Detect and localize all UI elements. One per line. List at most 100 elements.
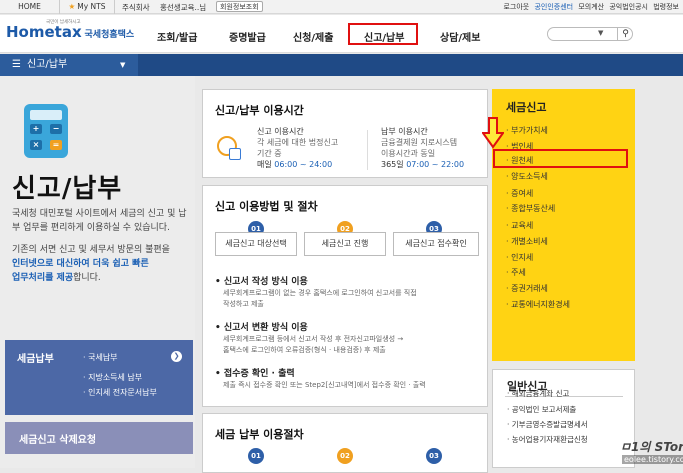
divider (367, 130, 368, 170)
delete-request-box[interactable]: 세금신고 삭제요청 (5, 422, 193, 454)
tax-report-panel: 세금신고 · 부가가치세 · 법인세 · 원천세 · 양도소득세 · 증여세 ·… (492, 89, 635, 361)
mynts-label: My NTS (77, 2, 106, 11)
nav-highlight-box (348, 23, 418, 45)
pay-step-number-2: 02 (337, 448, 353, 464)
receipt-title: • 접수증 확인 · 출력 (215, 369, 295, 379)
stamp-tax-label: 인지세 (511, 253, 534, 262)
report-days: 매일 (257, 160, 272, 169)
stamp-tax-link[interactable]: · 인지세 (506, 252, 533, 263)
calc-equals-key: = (50, 140, 62, 150)
public-corp-report-label: 공익법인 보고서제출 (511, 405, 577, 414)
tax-payment-box: 세금납부 · 국세납부 ❯ · 지방소득세 납부 · 인지세 전자문서납부 (5, 340, 193, 415)
payment-card: 세금 납부 이용절차 01 02 03 (202, 413, 488, 473)
calendar-icon (229, 148, 241, 160)
chevron-down-icon: ▼ (120, 61, 126, 69)
search-dropdown-icon[interactable]: ▼ (598, 29, 603, 37)
delete-request-title: 세금신고 삭제요청 (19, 435, 97, 446)
calculator-screen (30, 110, 62, 120)
education-tax-link[interactable]: · 교육세 (506, 220, 533, 231)
mynts-tab[interactable]: ★ My NTS (60, 0, 115, 14)
stamp-duty-label: 인지세 전자문서납부 (88, 388, 157, 397)
chevron-right-icon[interactable]: ❯ (171, 351, 182, 362)
withholding-highlight-box (493, 149, 628, 168)
method-convert-desc-2: 홈택스에 로그인하여 오류검증(형식 · 내용검증) 후 제출 (223, 346, 386, 354)
general-report-panel: 일반신고 · 해외금융계좌 신고 · 공익법인 보고서제출 · 기부금영수증발급… (492, 369, 635, 468)
payment-title: 세금 납부 이용절차 (215, 428, 304, 441)
search-box[interactable]: ▼ ⚲ (547, 27, 633, 41)
consumption-tax-label: 개별소비세 (511, 237, 548, 246)
overseas-account-label: 해외금융계좌 신고 (511, 389, 570, 398)
energy-tax-label: 교통에너지환경세 (511, 300, 570, 309)
pay-hours: 납부 이용시간 금융결제원 지로시스템 이용시간과 동일 365일 07:00 … (381, 126, 464, 170)
liquor-tax-label: 주세 (511, 268, 526, 277)
page-description-2: 기존의 서면 신고 및 세무서 방문의 불편을 인터넷으로 대신하여 더욱 쉽고… (12, 243, 190, 285)
section-menu-label: 신고/납부 (26, 59, 68, 70)
desc2-line-d: 합니다. (73, 273, 101, 283)
member-info-button[interactable]: 회원정보조회 (216, 1, 263, 12)
real-estate-tax-label: 종합부동산세 (511, 204, 556, 213)
step-select-target[interactable]: 세금신고 대상선택 (215, 232, 297, 256)
procedure-title: 신고 이용방법 및 절차 (215, 200, 318, 213)
tax-payment-title[interactable]: 세금납부 (17, 350, 54, 365)
watermark-text: ㅁ1의 STory (620, 440, 683, 454)
public-corp-report-link[interactable]: · 공익법인 보고서제출 (507, 404, 576, 415)
top-right-links: 로그아웃 공인인증센터 모의계산 공익법인공시 법령정보 (500, 2, 679, 12)
calculator-icon: + − × = (24, 104, 68, 158)
donation-receipt-label: 기부금영수증발급명세서 (511, 420, 588, 429)
transfer-tax-link[interactable]: · 양도소득세 (506, 171, 548, 182)
tax-report-title: 세금신고 (506, 101, 547, 114)
gift-tax-label: 증여세 (511, 189, 534, 198)
national-tax-link[interactable]: · 국세납부 (83, 352, 118, 363)
gift-tax-link[interactable]: · 증여세 (506, 188, 533, 199)
energy-tax-link[interactable]: · 교통에너지환경세 (506, 299, 570, 310)
real-estate-tax-link[interactable]: · 종합부동산세 (506, 203, 555, 214)
report-time: 06:00 ~ 24:00 (274, 160, 333, 169)
consumption-tax-link[interactable]: · 개별소비세 (506, 236, 548, 247)
hometax-logo[interactable]: 국민이 납세하시고 Hometax 국세청홈택스 (6, 20, 134, 41)
securities-tax-link[interactable]: · 증권거래세 (506, 283, 548, 294)
overseas-account-link[interactable]: · 해외금융계좌 신고 (507, 388, 569, 399)
nav-inquiry[interactable]: 조회/발급 (157, 29, 197, 44)
nav-consult[interactable]: 상담/제보 (440, 29, 480, 44)
local-income-tax-label: 지방소득세 납부 (88, 373, 143, 382)
simulation-link[interactable]: 모의계산 (578, 3, 604, 11)
calc-times-key: × (30, 140, 42, 150)
public-corp-link[interactable]: 공익법인공시 (609, 3, 648, 11)
step-progress[interactable]: 세금신고 진행 (304, 232, 386, 256)
method-form-title: • 신고서 작성 방식 이용 (215, 277, 308, 287)
pay-days: 365일 (381, 160, 404, 169)
calc-minus-key: − (50, 124, 62, 134)
method-convert-label: 신고서 변환 방식 이용 (223, 323, 308, 333)
vat-link[interactable]: · 부가가치세 (506, 125, 548, 136)
page-description: 국세청 대민포털 사이트에서 세금의 신고 및 납부 업무를 편리하게 이용하실… (12, 209, 187, 233)
farming-refund-label: 농어업용기자재환급신청 (511, 435, 588, 444)
report-hours-title: 신고 이용시간 (257, 127, 304, 136)
home-tab[interactable]: HOME (0, 0, 60, 14)
report-hours: 신고 이용시간 각 세금에 대한 법정신고 기간 중 매일 06:00 ~ 24… (257, 126, 338, 170)
pay-time: 07:00 ~ 22:00 (406, 160, 465, 169)
search-icon[interactable]: ⚲ (617, 28, 633, 40)
donation-receipt-link[interactable]: · 기부금영수증발급명세서 (507, 419, 588, 430)
law-info-link[interactable]: 법령정보 (653, 3, 679, 11)
pay-step-number-1: 01 (248, 448, 264, 464)
hours-card: 신고/납부 이용시간 신고 이용시간 각 세금에 대한 법정신고 기간 중 매일… (202, 89, 488, 178)
nav-application[interactable]: 신청/제출 (293, 29, 333, 44)
local-income-tax-link[interactable]: · 지방소득세 납부 (83, 372, 142, 383)
nav-certificate[interactable]: 증명발급 (229, 29, 266, 44)
section-menu-button[interactable]: ☰ 신고/납부 ▼ (0, 54, 138, 76)
logout-link[interactable]: 로그아웃 (503, 3, 529, 11)
sub-menu-bar: ☰ 신고/납부 ▼ (0, 54, 683, 76)
liquor-tax-link[interactable]: · 주세 (506, 267, 526, 278)
red-arrow-icon (482, 117, 504, 149)
desc2-line-b: 인터넷으로 대신하여 더욱 쉽고 빠른 (12, 259, 149, 269)
method-convert-title: • 신고서 변환 방식 이용 (215, 323, 308, 333)
step-confirm[interactable]: 세금신고 접수확인 (393, 232, 479, 256)
vat-label: 부가가치세 (511, 126, 548, 135)
procedure-card: 신고 이용방법 및 절차 01 02 03 세금신고 대상선택 세금신고 진행 … (202, 185, 488, 407)
desc2-line-a: 기존의 서면 신고 및 세무서 방문의 불편을 (12, 245, 170, 255)
receipt-desc: 제출 즉시 접수증 확인 또는 Step2[신고내역]에서 접수증 확인 · 출… (223, 381, 426, 389)
farming-refund-link[interactable]: · 농어업용기자재환급신청 (507, 434, 588, 445)
cert-center-link[interactable]: 공인인증센터 (534, 3, 573, 11)
stamp-duty-link[interactable]: · 인지세 전자문서납부 (83, 387, 157, 398)
method-form-desc-2: 작성하고 제출 (223, 300, 264, 308)
